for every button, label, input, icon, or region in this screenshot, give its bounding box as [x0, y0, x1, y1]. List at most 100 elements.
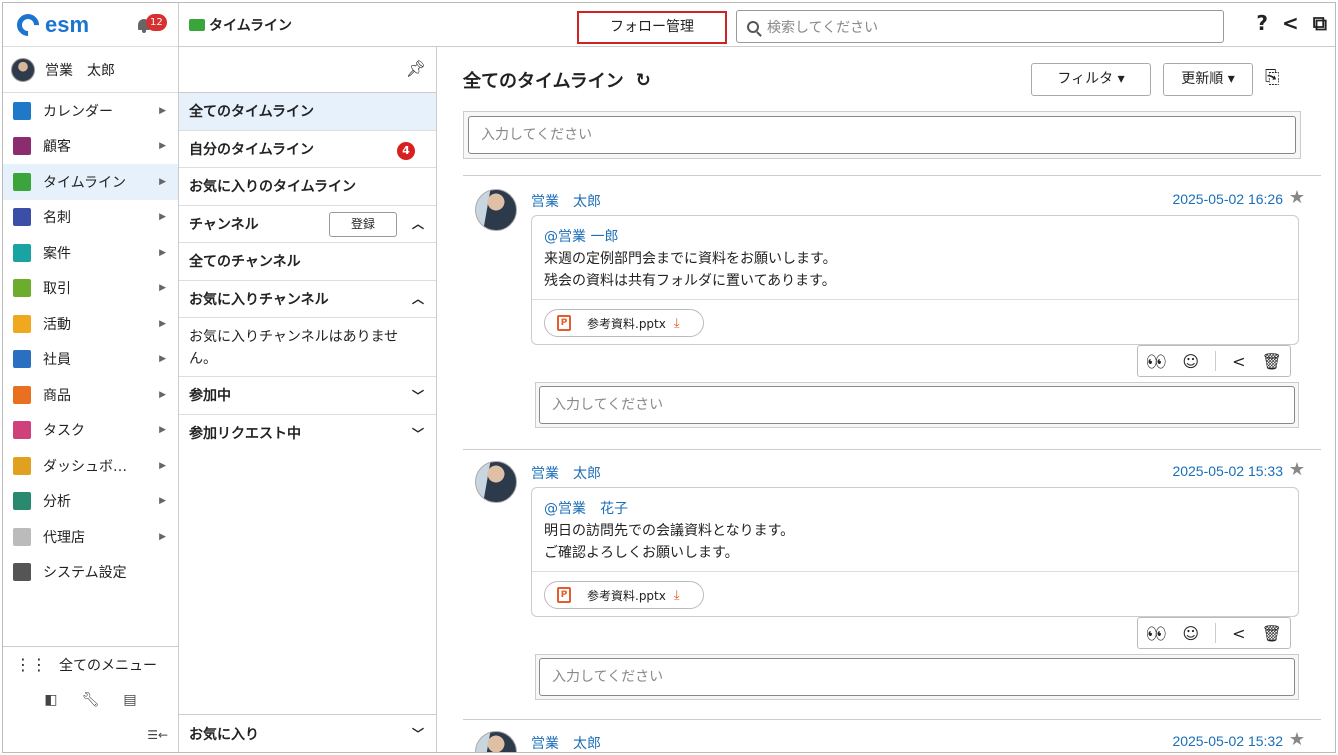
post-author[interactable]: 営業 太郎 — [531, 191, 601, 211]
chevron-up-icon[interactable]: ︿ — [412, 215, 424, 232]
all-menu-button[interactable]: ⋮⋮ 全てのメニュー — [3, 646, 178, 682]
star-icon[interactable]: ★ — [1289, 729, 1305, 750]
pin-icon[interactable]: 📌︎ — [179, 47, 436, 93]
download-icon[interactable]: ⤓ — [674, 316, 680, 331]
chevron-right-icon: ▶ — [159, 425, 166, 436]
share-icon[interactable]: < — [1232, 624, 1245, 643]
eyes-icon[interactable]: 👀︎ — [1146, 352, 1166, 371]
film-icon[interactable]: ▤ — [123, 692, 136, 708]
collapse-sidebar-icon[interactable]: ☰← — [3, 718, 178, 752]
sidebar-item-calendar[interactable]: カレンダー ▶ — [3, 93, 178, 129]
sidebar-item-ledger[interactable]: 取引 ▶ — [3, 271, 178, 307]
post-author[interactable]: 営業 太郎 — [531, 463, 601, 483]
fav-channels-header[interactable]: お気に入りチャンネル ︿ — [179, 281, 436, 318]
join-request-header[interactable]: 参加リクエスト中 ﹀ — [179, 415, 436, 453]
external-link-icon[interactable]: ⧉ — [1313, 11, 1327, 35]
logo-icon[interactable] — [12, 8, 44, 41]
sidebar-item-label: タスク — [43, 423, 85, 440]
sidebar-item-label: カレンダー — [43, 103, 113, 120]
user-row[interactable]: 営業 太郎 — [3, 47, 178, 93]
sidebar-item-dashboard[interactable]: ダッシュボ… ▶ — [3, 448, 178, 484]
search-placeholder: 検索してください — [767, 19, 879, 36]
sidebar-item-building[interactable]: 顧客 ▶ — [3, 129, 178, 165]
share-icon[interactable]: < — [1232, 352, 1245, 371]
sort-select[interactable]: 更新順 ▾ — [1163, 63, 1253, 96]
building-icon — [13, 137, 31, 156]
paperclip-icon[interactable]: ⎘ — [1265, 67, 1279, 88]
refresh-icon[interactable]: ↻ — [636, 70, 651, 91]
reply-input-wrap: 入力してください — [535, 654, 1299, 700]
nav-fav-timeline[interactable]: お気に入りのタイムライン — [179, 168, 436, 206]
timeline-post: 営業 太郎 2025-05-02 15:32 ★ — [463, 719, 1335, 752]
sidebar-item-chat[interactable]: タイムライン ▶ — [3, 164, 178, 200]
post-time: 2025-05-02 16:26 — [1172, 191, 1283, 207]
sidebar-bottom: ⋮⋮ 全てのメニュー ◧ 🔧︎ ▤ ☰← — [3, 646, 178, 752]
chevron-down-icon[interactable]: ﹀ — [412, 387, 424, 404]
sidebar-item-folder[interactable]: 案件 ▶ — [3, 235, 178, 271]
attachment-chip[interactable]: P 参考資料.pptx ⤓ — [544, 309, 704, 337]
sidebar-item-person[interactable]: 社員 ▶ — [3, 342, 178, 378]
chevron-down-icon[interactable]: ﹀ — [412, 725, 424, 742]
post-author[interactable]: 営業 太郎 — [531, 733, 601, 752]
help-icon[interactable]: ? — [1256, 11, 1268, 35]
nav-all-timeline[interactable]: 全てのタイムライン — [179, 93, 436, 131]
reply-input[interactable]: 入力してください — [539, 386, 1295, 424]
joined-header[interactable]: 参加中 ﹀ — [179, 377, 436, 415]
nav-all-channels[interactable]: 全てのチャンネル — [179, 243, 436, 281]
nav-my-timeline[interactable]: 自分のタイムライン 4 — [179, 131, 436, 168]
favorites-header[interactable]: お気に入り ﹀ — [179, 714, 436, 752]
filter-button[interactable]: フィルタ ▾ — [1031, 63, 1151, 96]
action-separator — [1215, 623, 1217, 643]
post-mention[interactable]: @営業 一郎 — [544, 226, 1286, 248]
chevron-up-icon[interactable]: ︿ — [412, 290, 424, 307]
wrench-icon[interactable]: 🔧︎ — [82, 692, 100, 708]
post-time: 2025-05-02 15:33 — [1172, 463, 1283, 479]
timeline-post: 営業 太郎 2025-05-02 15:33 ★ @営業 花子 明日の訪問先での… — [463, 449, 1335, 721]
avatar[interactable] — [475, 461, 517, 503]
star-icon[interactable]: ★ — [1289, 459, 1305, 480]
sidebar-item-document[interactable]: 代理店 ▶ — [3, 519, 178, 555]
download-icon[interactable]: ⤓ — [674, 588, 680, 603]
emoji-add-icon[interactable]: ☺ — [1182, 352, 1199, 371]
post-line: ご確認よろしくお願いします。 — [544, 545, 739, 561]
avatar[interactable] — [475, 731, 517, 752]
share-icon[interactable]: < — [1282, 11, 1299, 35]
sidebar-menu: カレンダー ▶ 顧客 ▶ タイムライン ▶ 名刺 ▶ 案件 ▶ 取引 ▶ 活動 ▶ 社員 ▶ 商品 ▶ タスク ▶ ダッ… — [3, 93, 178, 590]
follow-management-button[interactable]: フォロー管理 — [577, 11, 727, 44]
sidebar-item-check[interactable]: タスク ▶ — [3, 413, 178, 449]
star-icon[interactable]: ★ — [1289, 187, 1305, 208]
post-mention[interactable]: @営業 花子 — [544, 498, 1286, 520]
search-input[interactable]: 検索してください — [736, 10, 1224, 43]
person-icon — [13, 350, 31, 369]
post-actions: 👀︎ ☺ < 🗑︎ — [1137, 617, 1291, 649]
notification-badge[interactable]: 12 — [146, 14, 167, 31]
nav-all-channels-label: 全てのチャンネル — [189, 254, 301, 271]
manual-icon[interactable]: ◧ — [44, 692, 57, 708]
page-title: 全てのタイムライン ↻ — [463, 67, 651, 93]
action-separator — [1215, 351, 1217, 371]
logo-row: esm 12 — [3, 3, 178, 47]
register-channel-button[interactable]: 登録 — [329, 211, 397, 237]
chevron-right-icon: ▶ — [159, 176, 166, 187]
sidebar-item-chart[interactable]: 分析 ▶ — [3, 484, 178, 520]
sidebar-item-label: システム設定 — [43, 565, 127, 582]
attachment-chip[interactable]: P 参考資料.pptx ⤓ — [544, 581, 704, 609]
trash-icon[interactable]: 🗑︎ — [1262, 352, 1282, 371]
sidebar-item-label: 活動 — [43, 316, 71, 333]
favorites-label: お気に入り — [189, 726, 259, 743]
sidebar-item-card[interactable]: 名刺 ▶ — [3, 200, 178, 236]
chevron-down-icon[interactable]: ﹀ — [412, 425, 424, 442]
emoji-add-icon[interactable]: ☺ — [1182, 624, 1199, 643]
trash-icon[interactable]: 🗑︎ — [1262, 624, 1282, 643]
post-input[interactable]: 入力してください — [468, 116, 1296, 154]
eyes-icon[interactable]: 👀︎ — [1146, 624, 1166, 643]
avatar[interactable] — [475, 189, 517, 231]
joined-label: 参加中 — [189, 388, 231, 405]
nav-all-timeline-label: 全てのタイムライン — [189, 104, 315, 121]
sidebar-item-box[interactable]: 商品 ▶ — [3, 377, 178, 413]
sidebar-item-gear[interactable]: システム設定 — [3, 555, 178, 591]
logo-text[interactable]: esm — [45, 12, 89, 38]
sidebar-item-clipboard[interactable]: 活動 ▶ — [3, 306, 178, 342]
reply-input[interactable]: 入力してください — [539, 658, 1295, 696]
dashboard-icon — [13, 456, 31, 475]
